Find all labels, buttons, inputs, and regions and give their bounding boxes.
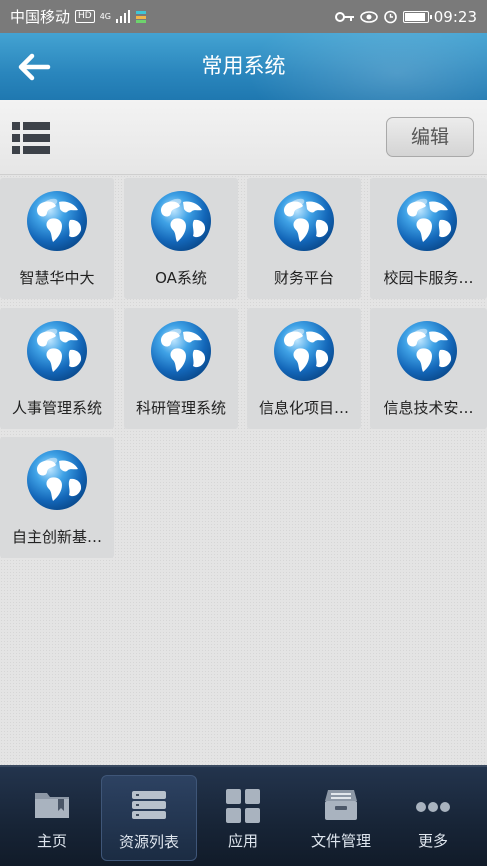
globe-icon <box>26 190 88 252</box>
globe-icon <box>26 320 88 382</box>
more-dots-icon <box>416 802 450 812</box>
app-tile[interactable]: OA系统 <box>124 178 238 299</box>
nav-label-file-manager: 文件管理 <box>310 832 371 850</box>
status-bar-left: 中国移动 HD 4G <box>10 6 147 27</box>
app-tile[interactable]: 自主创新基… <box>0 437 114 558</box>
alarm-icon <box>383 10 397 24</box>
nav-label-more: 更多 <box>417 832 448 850</box>
app-tile-label: 信息技术安… <box>383 399 474 417</box>
apps-grid-icon <box>226 789 260 823</box>
eye-icon <box>359 10 378 23</box>
app-tile[interactable]: 智慧华中大 <box>0 178 114 299</box>
app-tile-label: 校园卡服务… <box>383 269 474 287</box>
nav-item-more[interactable]: 更多 <box>385 767 481 866</box>
server-list-icon <box>132 791 166 819</box>
nav-label-apps: 应用 <box>227 832 258 850</box>
list-view-toggle[interactable] <box>12 122 50 155</box>
page-title: 常用系统 <box>201 54 286 78</box>
globe-icon <box>396 190 458 252</box>
carrier-name: 中国移动 <box>10 8 71 26</box>
nav-item-home[interactable]: 主页 <box>0 767 104 866</box>
app-tile-label: 信息化项目… <box>258 399 349 417</box>
globe-icon <box>150 190 212 252</box>
clock: 09:23 <box>433 7 477 26</box>
globe-icon <box>150 320 212 382</box>
app-tile[interactable]: 财务平台 <box>247 178 361 299</box>
status-bar: 中国移动 HD 4G 09:23 <box>0 0 487 33</box>
title-bar: 常用系统 <box>0 33 487 100</box>
globe-icon <box>396 320 458 382</box>
globe-icon <box>26 449 88 511</box>
nav-item-apps[interactable]: 应用 <box>195 767 291 866</box>
app-tile[interactable]: 人事管理系统 <box>0 308 114 429</box>
hd-badge: HD <box>75 10 95 23</box>
key-icon <box>334 11 354 22</box>
globe-icon <box>273 320 335 382</box>
app-tile[interactable]: 科研管理系统 <box>124 308 238 429</box>
toolbar: 编辑 <box>0 100 487 175</box>
network-type: 4G <box>99 11 112 21</box>
nav-item-resource-list[interactable]: 资源列表 <box>101 775 197 861</box>
app-tile-label: 人事管理系统 <box>11 399 102 417</box>
bottom-nav: 主页 资源列表 应用 文件管理 更多 <box>0 765 487 866</box>
app-tile[interactable]: 信息技术安… <box>370 308 487 429</box>
app-tile-label: 科研管理系统 <box>135 399 226 417</box>
nav-label-resource-list: 资源列表 <box>118 833 179 851</box>
status-bar-right: 09:23 <box>334 7 477 26</box>
app-tile-label: 自主创新基… <box>11 528 102 546</box>
battery-icon <box>402 10 432 23</box>
app-tile[interactable]: 校园卡服务… <box>370 178 487 299</box>
signal-icon <box>116 10 131 23</box>
list-view-icon <box>12 122 50 154</box>
file-cabinet-icon <box>325 790 357 820</box>
nav-item-file-manager[interactable]: 文件管理 <box>291 767 391 866</box>
app-grid: 智慧华中大 OA系统 财务平台 校园卡服务… 人事管理系统 科研管理系统 信息化项目… 信息技… <box>0 175 487 765</box>
app-tile-label: OA系统 <box>155 269 207 287</box>
globe-icon <box>273 190 335 252</box>
app-tile-label: 财务平台 <box>273 269 334 287</box>
edit-button[interactable]: 编辑 <box>386 117 474 157</box>
folder-icon <box>35 793 69 818</box>
app-tile[interactable]: 信息化项目… <box>247 308 361 429</box>
app-notification-icon <box>136 10 147 23</box>
app-tile-label: 智慧华中大 <box>19 269 95 287</box>
nav-label-home: 主页 <box>36 832 67 850</box>
